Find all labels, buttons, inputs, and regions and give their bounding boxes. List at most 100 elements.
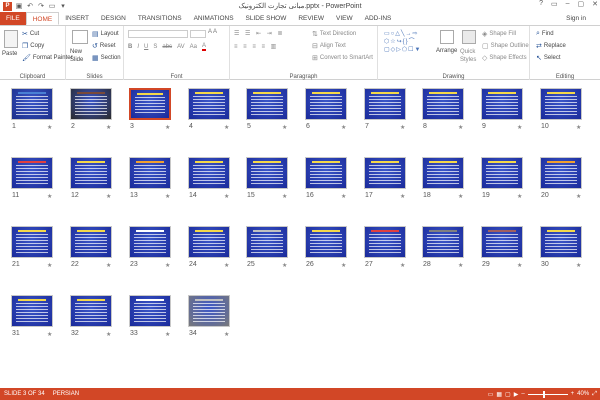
tab-file[interactable]: FILE	[0, 12, 26, 25]
transition-star-icon[interactable]: ★	[576, 262, 581, 269]
convert-smartart-button[interactable]: ⊞ Convert to SmartArt	[312, 54, 373, 62]
arrange-button[interactable]: Arrange	[436, 48, 457, 54]
slide-thumbnail[interactable]	[422, 88, 464, 120]
tab-transitions[interactable]: TRANSITIONS	[132, 12, 188, 25]
font-size-field[interactable]	[190, 30, 206, 38]
quick-styles-button[interactable]: Quick Styles	[460, 48, 478, 64]
slide-thumbnail[interactable]	[246, 226, 288, 258]
slide-thumbnail[interactable]	[188, 157, 230, 189]
close-icon[interactable]: ✕	[592, 0, 598, 8]
sign-in-link[interactable]: Sign in	[566, 12, 586, 25]
reading-view-icon[interactable]: ▢	[505, 391, 511, 398]
font-color-button[interactable]: A	[201, 43, 206, 51]
align-buttons[interactable]: ≡ ≡ ≡ ≡ ▥	[234, 43, 278, 50]
cut-button[interactable]: ✂ Cut	[22, 30, 39, 38]
transition-star-icon[interactable]: ★	[224, 193, 229, 200]
transition-star-icon[interactable]: ★	[47, 193, 52, 200]
tab-animations[interactable]: ANIMATIONS	[188, 12, 240, 25]
transition-star-icon[interactable]: ★	[106, 331, 111, 338]
slide-thumbnail[interactable]	[364, 226, 406, 258]
zoom-slider[interactable]	[527, 390, 568, 398]
slide-thumbnail[interactable]	[70, 88, 112, 120]
tab-slide-show[interactable]: SLIDE SHOW	[240, 12, 293, 25]
shapes-gallery[interactable]: ▭○△╲→⇨ ⬡☆↪{}⌒ ▢◇▷⬠☐▼	[384, 30, 436, 58]
slide-thumbnail[interactable]	[305, 88, 347, 120]
transition-star-icon[interactable]: ★	[106, 193, 111, 200]
slide-thumbnail[interactable]	[70, 226, 112, 258]
transition-star-icon[interactable]: ★	[458, 124, 463, 131]
transition-star-icon[interactable]: ★	[517, 124, 522, 131]
slide-thumbnail[interactable]	[481, 226, 523, 258]
slide-thumbnail[interactable]	[129, 226, 171, 258]
transition-star-icon[interactable]: ★	[106, 124, 111, 131]
bold-button[interactable]: B	[128, 44, 132, 50]
transition-star-icon[interactable]: ★	[282, 193, 287, 200]
slide-thumbnail[interactable]	[246, 88, 288, 120]
copy-button[interactable]: ❐ Copy	[22, 42, 44, 50]
transition-star-icon[interactable]: ★	[47, 331, 52, 338]
zoom-out-button[interactable]: –	[521, 391, 524, 397]
normal-view-icon[interactable]: ▭	[488, 391, 494, 398]
slide-thumbnail[interactable]	[246, 157, 288, 189]
slide-thumbnail[interactable]	[11, 295, 53, 327]
maximize-icon[interactable]: ▢	[578, 0, 585, 8]
reset-button[interactable]: ↺ Reset	[92, 42, 116, 50]
shape-outline-button[interactable]: ▢ Shape Outline	[482, 42, 529, 50]
slide-thumbnail[interactable]	[11, 157, 53, 189]
strikethrough-button[interactable]: abc	[162, 44, 172, 50]
slide-thumbnail[interactable]	[188, 295, 230, 327]
section-button[interactable]: ▦ Section	[92, 54, 121, 62]
paste-icon[interactable]	[4, 30, 18, 48]
char-spacing-button[interactable]: AV	[177, 44, 185, 50]
transition-star-icon[interactable]: ★	[282, 262, 287, 269]
slide-thumbnail[interactable]	[11, 226, 53, 258]
transition-star-icon[interactable]: ★	[224, 124, 229, 131]
slide-thumbnail[interactable]	[364, 157, 406, 189]
minimize-icon[interactable]: –	[566, 0, 570, 8]
transition-star-icon[interactable]: ★	[517, 262, 522, 269]
slide-thumbnail[interactable]	[305, 157, 347, 189]
transition-star-icon[interactable]: ★	[341, 262, 346, 269]
zoom-slider-knob[interactable]	[542, 390, 545, 398]
tab-home[interactable]: HOME	[25, 12, 60, 25]
shape-fill-button[interactable]: ◈ Shape Fill	[482, 30, 516, 38]
slide-thumbnail[interactable]	[540, 88, 582, 120]
transition-star-icon[interactable]: ★	[517, 193, 522, 200]
transition-star-icon[interactable]: ★	[458, 193, 463, 200]
slide-thumbnail[interactable]	[129, 88, 171, 120]
slide-thumbnail[interactable]	[481, 88, 523, 120]
transition-star-icon[interactable]: ★	[400, 193, 405, 200]
select-button[interactable]: ↖ Select	[536, 54, 561, 62]
tab-insert[interactable]: INSERT	[59, 12, 95, 25]
replace-button[interactable]: ⇄ Replace	[536, 42, 566, 50]
find-button[interactable]: ⌕ Find	[536, 30, 554, 38]
slide-thumbnail[interactable]	[364, 88, 406, 120]
tab-design[interactable]: DESIGN	[95, 12, 132, 25]
transition-star-icon[interactable]: ★	[224, 262, 229, 269]
tab-add-ins[interactable]: ADD-INS	[359, 12, 398, 25]
help-icon[interactable]: ?	[539, 0, 543, 8]
tab-review[interactable]: REVIEW	[292, 12, 330, 25]
shape-effects-button[interactable]: ◇ Shape Effects	[482, 54, 527, 62]
text-direction-button[interactable]: ⇅ Text Direction	[312, 30, 356, 38]
slide-thumbnail[interactable]	[305, 226, 347, 258]
slide-thumbnail[interactable]	[422, 226, 464, 258]
list-buttons[interactable]: ☰ ☰ ⇤ ⇥ ≣	[234, 30, 285, 37]
zoom-in-button[interactable]: +	[571, 391, 575, 397]
align-text-button[interactable]: ⊟ Align Text	[312, 42, 346, 50]
slide-thumbnail[interactable]	[11, 88, 53, 120]
new-slide-icon[interactable]	[72, 30, 88, 44]
transition-star-icon[interactable]: ★	[576, 193, 581, 200]
change-case-button[interactable]: Aa	[190, 44, 197, 50]
slide-thumbnail[interactable]	[422, 157, 464, 189]
paste-button[interactable]: Paste	[2, 51, 17, 57]
slide-thumbnail[interactable]	[540, 226, 582, 258]
transition-star-icon[interactable]: ★	[400, 262, 405, 269]
underline-button[interactable]: U	[144, 44, 148, 50]
new-slide-button[interactable]: New Slide	[70, 48, 94, 64]
italic-button[interactable]: I	[137, 44, 139, 50]
transition-star-icon[interactable]: ★	[224, 331, 229, 338]
transition-star-icon[interactable]: ★	[576, 124, 581, 131]
slide-thumbnail[interactable]	[129, 295, 171, 327]
slide-thumbnail[interactable]	[129, 157, 171, 189]
